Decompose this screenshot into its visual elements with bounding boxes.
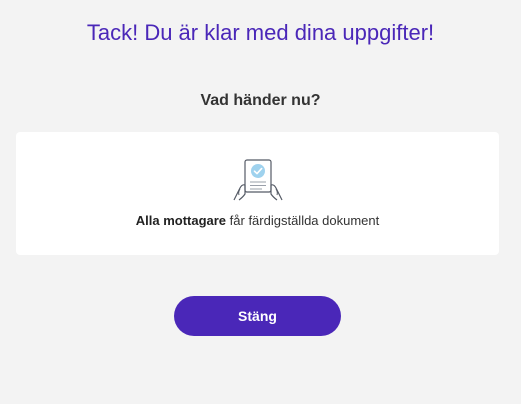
recipients-info: Alla mottagare får färdigställda dokumen… (16, 212, 499, 230)
section-subtitle: Vad händer nu? (200, 92, 321, 109)
recipients-label: Alla mottagare (135, 213, 227, 228)
recipients-description: får färdigställda dokument (226, 213, 380, 228)
document-signed-icon (230, 158, 286, 202)
page-title: Tack! Du är klar med dina uppgifter! (86, 20, 435, 45)
info-card: Alla mottagare får färdigställda dokumen… (16, 132, 499, 255)
close-button[interactable]: Stäng (174, 296, 341, 336)
